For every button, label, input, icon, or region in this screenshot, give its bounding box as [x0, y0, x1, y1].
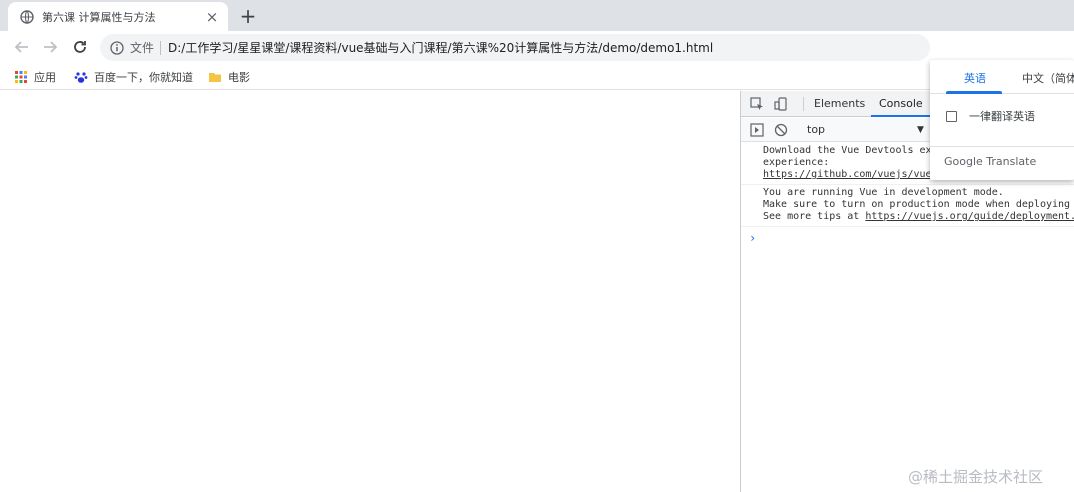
file-scheme-label: 文件	[130, 41, 155, 55]
url-text[interactable]: D:/工作学习/星星课堂/课程资料/vue基础与入门课程/第六课%20计算属性与…	[168, 39, 713, 56]
browser-tab[interactable]: 第六课 计算属性与方法 ×	[8, 2, 228, 31]
console-link[interactable]: https://vuejs.org/guide/deployment.	[865, 211, 1074, 222]
always-translate-option[interactable]: 一律翻译英语	[946, 108, 1035, 124]
always-translate-checkbox[interactable]	[946, 110, 957, 122]
bookmark-folder-movies[interactable]: 电影	[208, 68, 250, 86]
arrow-right-icon	[44, 41, 58, 53]
devtools-divider	[803, 97, 804, 111]
console-line: You are running Vue in development mode.	[763, 187, 1004, 198]
console-prompt[interactable]: ›	[741, 227, 1074, 245]
reload-button[interactable]	[68, 35, 92, 59]
always-translate-label: 一律翻译英语	[969, 110, 1035, 123]
bookmark-label: 电影	[228, 71, 250, 84]
globe-icon	[20, 9, 34, 24]
tab-elements[interactable]: Elements	[814, 91, 865, 117]
device-toolbar-icon[interactable]	[773, 96, 789, 112]
folder-icon	[208, 70, 222, 84]
console-message: You are running Vue in development mode.…	[741, 185, 1074, 227]
tab-chinese[interactable]: 中文（简体	[1022, 70, 1074, 86]
bookmark-label: 应用	[34, 71, 56, 84]
chevron-down-icon[interactable]: ▼	[917, 122, 924, 138]
forward-button[interactable]	[38, 35, 62, 59]
bookmark-baidu[interactable]: 百度一下，你就知道	[74, 68, 193, 86]
translate-language-tabs: 英语 中文（简体	[930, 60, 1074, 94]
tab-title: 第六课 计算属性与方法	[42, 10, 156, 24]
page-content	[0, 91, 740, 492]
sidebar-toggle-icon[interactable]	[749, 122, 765, 138]
bookmark-label: 百度一下，你就知道	[94, 71, 193, 84]
tab-strip: 第六课 计算属性与方法 × +	[0, 0, 1074, 31]
apps-grid-icon	[14, 70, 28, 84]
bookmarks-bar: 应用 百度一下，你就知道 电影	[0, 63, 1074, 90]
translate-popup: 英语 中文（简体 一律翻译英语 Google Translate	[930, 60, 1074, 180]
baidu-paw-icon	[74, 70, 88, 84]
info-icon[interactable]	[110, 40, 124, 55]
bookmark-apps[interactable]: 应用	[14, 68, 56, 86]
tab-english[interactable]: 英语	[964, 70, 986, 86]
console-line: See more tips at	[763, 211, 866, 222]
context-selector[interactable]: top	[807, 122, 927, 138]
active-tab-indicator	[946, 91, 1002, 94]
reload-icon	[74, 41, 86, 53]
close-tab-icon[interactable]: ×	[204, 8, 220, 26]
inspect-element-icon[interactable]	[749, 96, 765, 112]
address-bar[interactable]: 文件 D:/工作学习/星星课堂/课程资料/vue基础与入门课程/第六课%20计算…	[100, 34, 930, 61]
new-tab-button[interactable]: +	[236, 4, 260, 28]
google-translate-label: Google Translate	[930, 146, 1074, 168]
arrow-left-icon	[14, 41, 28, 53]
address-separator	[160, 40, 162, 55]
watermark: @稀土掘金技术社区	[908, 468, 1044, 486]
console-line: Make sure to turn on production mode whe…	[763, 199, 1071, 210]
clear-console-icon[interactable]	[773, 122, 789, 138]
browser-toolbar: 文件 D:/工作学习/星星课堂/课程资料/vue基础与入门课程/第六课%20计算…	[0, 31, 1074, 63]
tab-console[interactable]: Console	[871, 91, 931, 117]
back-button[interactable]	[10, 35, 34, 59]
